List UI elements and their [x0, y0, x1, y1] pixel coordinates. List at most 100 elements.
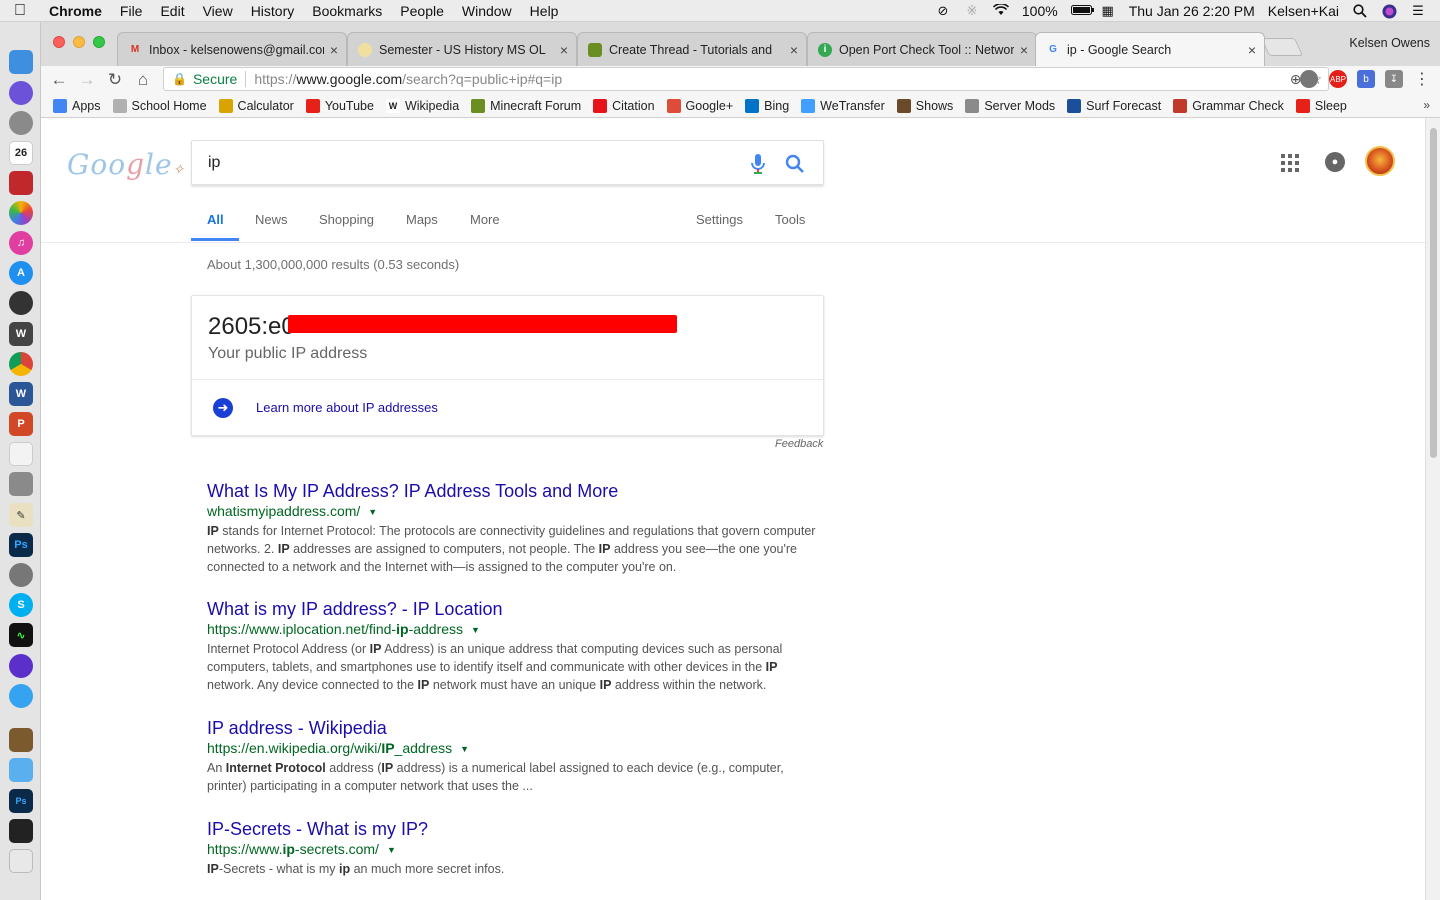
tab-us-history[interactable]: Semester - US History MS OL × [347, 32, 577, 66]
itunes-icon[interactable]: ♫ [9, 231, 33, 255]
powerpoint-icon[interactable]: P [9, 412, 33, 436]
app-store-icon[interactable]: A [9, 261, 33, 285]
menu-help[interactable]: Help [521, 3, 568, 19]
adblock-icon[interactable]: ABP [1329, 70, 1347, 88]
photos-icon[interactable] [9, 201, 33, 225]
notifications-bell-icon[interactable]: ● [1325, 152, 1345, 172]
finder-icon[interactable] [9, 50, 33, 74]
microphone-icon[interactable] [748, 153, 768, 175]
arrow-right-icon[interactable]: ➜ [213, 398, 233, 418]
scrollbar-thumb[interactable] [1430, 128, 1437, 458]
new-tab-button[interactable] [1260, 38, 1304, 56]
menu-view[interactable]: View [194, 3, 242, 19]
chrome-menu-icon[interactable]: ⋮ [1413, 70, 1431, 88]
search-magnifier-icon[interactable] [784, 153, 806, 175]
close-tab-icon[interactable]: × [1020, 42, 1028, 58]
calendar-icon[interactable]: 26 [9, 141, 33, 165]
tab-shopping[interactable]: Shopping [319, 212, 374, 227]
close-tab-icon[interactable]: × [330, 42, 338, 58]
bookmark-google-[interactable]: Google+ [666, 98, 733, 113]
tab-all[interactable]: All [207, 212, 224, 227]
bookmark-server-mods[interactable]: Server Mods [965, 98, 1055, 113]
menu-bookmarks[interactable]: Bookmarks [303, 3, 391, 19]
learn-more-link[interactable]: Learn more about IP addresses [256, 400, 438, 415]
terminal-icon[interactable] [9, 819, 33, 843]
forward-arrow-icon[interactable]: → [73, 70, 101, 90]
folder-dock-icon[interactable] [9, 758, 33, 782]
menu-edit[interactable]: Edit [151, 3, 193, 19]
game-dock-icon[interactable] [9, 291, 33, 315]
menu-file[interactable]: File [111, 3, 152, 19]
bookmarks-overflow-icon[interactable]: » [1423, 98, 1430, 112]
search-input[interactable]: ip [208, 154, 220, 172]
spotlight-search-icon[interactable] [1352, 3, 1368, 18]
apple-icon[interactable]:  [0, 2, 40, 20]
sync-status-icon[interactable]: ⊘ [935, 3, 951, 18]
profile-button[interactable]: Kelsen Owens [1349, 36, 1430, 50]
world-of-tanks-icon[interactable]: W [9, 322, 33, 346]
wifi-icon[interactable] [992, 2, 1009, 18]
notification-center-icon[interactable]: ☰ [1410, 3, 1426, 18]
photoshop-icon[interactable]: Ps [9, 533, 33, 557]
tab-settings[interactable]: Settings [696, 212, 743, 227]
tab-google-search[interactable]: G ip - Google Search × [1035, 32, 1265, 66]
bookmark-grammar-check[interactable]: Grammar Check [1173, 98, 1284, 113]
calculator-dock-icon[interactable] [9, 472, 33, 496]
account-avatar[interactable] [1365, 146, 1395, 176]
google-doodle-logo[interactable]: Google✧ [67, 148, 185, 181]
tab-open-port-check[interactable]: i Open Port Check Tool :: Network × [807, 32, 1037, 66]
bookmark-minecraft-forum[interactable]: Minecraft Forum [471, 98, 581, 113]
menu-history[interactable]: History [242, 3, 304, 19]
bookmark-shows[interactable]: Shows [896, 98, 953, 113]
menu-people[interactable]: People [391, 3, 453, 19]
zoom-window-button[interactable] [93, 36, 105, 48]
feedback-link[interactable]: Feedback [775, 438, 823, 450]
bookmark-youtube[interactable]: YouTube [305, 98, 374, 113]
address-bar[interactable]: 🔒 Secure https://www.google.com/search?q… [163, 67, 1329, 91]
result-options-caret-icon[interactable]: ▼ [387, 845, 396, 855]
result-options-caret-icon[interactable]: ▼ [471, 625, 480, 635]
result-title-link[interactable]: What Is My IP Address? IP Address Tools … [207, 480, 817, 502]
notes-icon[interactable] [9, 442, 33, 466]
result-title-link[interactable]: IP-Secrets - What is my IP? [207, 818, 817, 840]
extension-globe-icon[interactable] [1300, 70, 1318, 88]
tab-tools[interactable]: Tools [775, 212, 805, 227]
bluetooth-icon[interactable]: ※ [964, 3, 980, 18]
bookmark-wikipedia[interactable]: W Wikipedia [385, 98, 459, 113]
url-text[interactable]: https://www.google.com/search?q=public+i… [254, 71, 562, 87]
battery-icon[interactable] [1070, 4, 1094, 18]
skype-icon[interactable]: S [9, 593, 33, 617]
extension-b-icon[interactable]: b [1357, 70, 1375, 88]
bookmark-calculator[interactable]: Calculator [218, 98, 294, 113]
tab-create-thread[interactable]: Create Thread - Tutorials and × [577, 32, 807, 66]
trash-icon[interactable] [9, 849, 33, 873]
tab-gmail[interactable]: M Inbox - kelsenowens@gmail.com × [117, 32, 347, 66]
bookmark-bing[interactable]: Bing [745, 98, 789, 113]
tab-news[interactable]: News [255, 212, 288, 227]
bookmark-citation[interactable]: Citation [593, 98, 655, 113]
tab-more[interactable]: More [470, 212, 500, 227]
result-options-caret-icon[interactable]: ▼ [368, 507, 377, 517]
result-title-link[interactable]: What is my IP address? - IP Location [207, 598, 817, 620]
close-tab-icon[interactable]: × [560, 42, 568, 58]
tab-maps[interactable]: Maps [406, 212, 438, 227]
page-scrollbar[interactable] [1425, 118, 1440, 900]
download-icon[interactable]: ↧ [1385, 70, 1403, 88]
bookmark-school-home[interactable]: School Home [112, 98, 207, 113]
menu-app-chrome[interactable]: Chrome [40, 3, 111, 19]
bookmark-sleep[interactable]: Sleep [1295, 98, 1347, 113]
clock[interactable]: Thu Jan 26 2:20 PM [1129, 3, 1255, 19]
back-arrow-icon[interactable]: ← [45, 70, 73, 90]
minecraft-dock-icon[interactable] [9, 728, 33, 752]
siri-icon[interactable] [1381, 4, 1397, 18]
activity-monitor-icon[interactable]: ∿ [9, 623, 33, 647]
screen-app-icon[interactable] [9, 654, 33, 678]
photoshop-file-icon[interactable]: Ps [9, 789, 33, 813]
minimize-window-button[interactable] [73, 36, 85, 48]
search-box[interactable]: ip [191, 140, 824, 185]
reload-icon[interactable]: ↻ [101, 70, 129, 90]
close-tab-icon[interactable]: × [1248, 42, 1256, 58]
close-window-button[interactable] [53, 36, 65, 48]
messages-icon[interactable] [9, 684, 33, 708]
launchpad-icon[interactable] [9, 111, 33, 135]
